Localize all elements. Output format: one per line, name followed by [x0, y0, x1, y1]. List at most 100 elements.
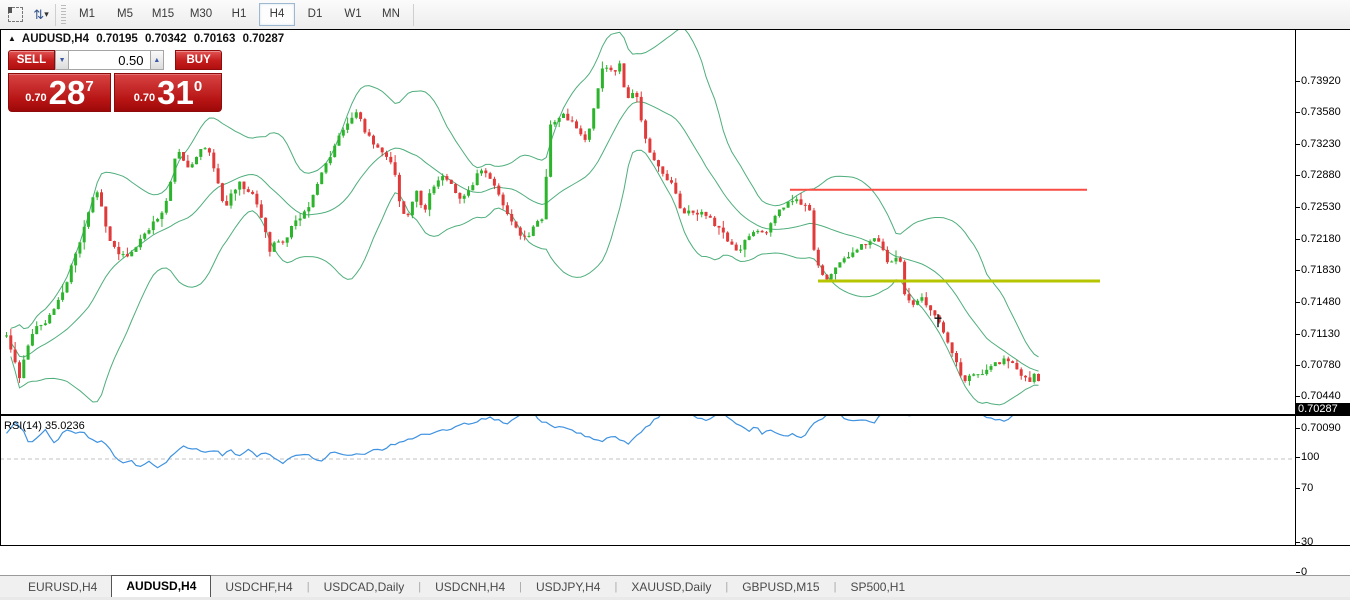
candle-body [234, 190, 237, 194]
candle-body [540, 219, 543, 221]
candle-body [532, 227, 535, 236]
candle-body [281, 242, 284, 243]
timeframe-button-w1[interactable]: W1 [335, 3, 371, 26]
candle-body [1028, 377, 1031, 382]
chart-tab-usdcad-daily[interactable]: USDCAD,Daily [310, 577, 419, 597]
collapse-panel-icon[interactable]: ▲ [8, 34, 16, 43]
timeframe-button-d1[interactable]: D1 [297, 3, 333, 26]
volume-increase-button[interactable]: ▲ [150, 50, 165, 70]
candle-body [920, 297, 923, 301]
candle-body [692, 211, 695, 213]
toolbar-grip[interactable] [61, 5, 66, 25]
candle-body [44, 323, 47, 325]
candle-body [951, 342, 954, 353]
candle-body [847, 257, 850, 259]
candle-body [830, 274, 833, 279]
candle-body [877, 238, 880, 241]
candle-body [428, 193, 431, 210]
buy-button[interactable]: BUY [175, 50, 222, 70]
price-tick-label: 0.71830 [1301, 264, 1349, 276]
candle-body [696, 213, 699, 215]
timeframe-button-h4[interactable]: H4 [259, 3, 295, 26]
candle-body [959, 362, 962, 375]
candle-body [998, 362, 1001, 364]
candle-body [856, 250, 859, 253]
sell-price-sup: 7 [85, 78, 93, 95]
candle-body [705, 212, 708, 216]
candle-body [1011, 361, 1014, 363]
price-tick-mark [1296, 270, 1300, 271]
price-tick-mark [1296, 302, 1300, 303]
candle-body [458, 193, 461, 199]
candle-body [290, 226, 293, 237]
candle-body [385, 152, 388, 157]
candle-body [813, 210, 816, 249]
timeframe-button-m30[interactable]: M30 [183, 3, 219, 26]
candle-body [35, 326, 38, 334]
candle-body [450, 180, 453, 184]
rsi-divider[interactable] [0, 414, 1350, 416]
candle-body [942, 322, 945, 332]
candle-body [700, 212, 703, 215]
timeframe-button-mn[interactable]: MN [373, 3, 409, 26]
chart-top-border [0, 29, 1350, 30]
chart-tab-xauusd-daily[interactable]: XAUUSD,Daily [617, 577, 725, 597]
candle-body [230, 194, 233, 206]
timeframe-button-m1[interactable]: M1 [69, 3, 105, 26]
chart-tab-usdjpy-h4[interactable]: USDJPY,H4 [522, 577, 614, 597]
candle-body [726, 233, 729, 242]
candle-body [70, 265, 73, 282]
candle-body [528, 236, 531, 237]
rsi-tick-label: 70 [1301, 482, 1349, 494]
buy-price-panel[interactable]: 0.70 31 0 [114, 73, 222, 112]
chart-tab-sp500-h1[interactable]: SP500,H1 [836, 577, 919, 597]
price-tick-label: 0.73580 [1301, 106, 1349, 118]
volume-decrease-button[interactable]: ▼ [55, 50, 70, 70]
candle-body [484, 171, 487, 174]
chart-tab-audusd-h4[interactable]: AUDUSD,H4 [111, 575, 211, 597]
rsi-tick-mark [1296, 457, 1300, 458]
timeframe-button-m15[interactable]: M15 [145, 3, 181, 26]
candle-body [990, 366, 993, 370]
timeframe-button-h1[interactable]: H1 [221, 3, 257, 26]
chart-tab-usdchf-h4[interactable]: USDCHF,H4 [211, 577, 306, 597]
rsi-chart-canvas[interactable] [0, 416, 1295, 545]
price-tick-mark [1296, 175, 1300, 176]
candle-body [109, 227, 112, 242]
candle-body [644, 121, 647, 139]
candle-body [320, 173, 323, 185]
rsi-tick-mark [1296, 542, 1300, 543]
arrange-windows-icon[interactable]: ⇅ ▾ [30, 4, 52, 26]
chart-tab-eurusd-h4[interactable]: EURUSD,H4 [14, 577, 111, 597]
candle-body [294, 220, 297, 226]
candle-body [368, 132, 371, 135]
sort-arrows-icon: ⇅ [33, 7, 43, 23]
chart-tab-gbpusd-m15[interactable]: GBPUSD,M15 [728, 577, 833, 597]
candle-body [562, 114, 565, 118]
candle-body [903, 262, 906, 295]
chart-shift-icon[interactable] [4, 4, 26, 26]
sell-price-panel[interactable]: 0.70 28 7 [8, 73, 111, 112]
candle-body [825, 275, 828, 279]
sell-button[interactable]: SELL [8, 50, 55, 70]
candle-body [148, 230, 151, 234]
candle-body [476, 173, 479, 185]
price-scale-border [1295, 29, 1296, 546]
candle-body [787, 202, 790, 208]
candle-body [415, 191, 418, 202]
candle-body [864, 244, 867, 245]
chart-tab-usdcnh-h4[interactable]: USDCNH,H4 [421, 577, 519, 597]
timeframe-button-m5[interactable]: M5 [107, 3, 143, 26]
volume-input[interactable]: 0.50 [69, 50, 149, 70]
candle-body [549, 125, 552, 177]
candle-body [739, 250, 742, 251]
candle-body [679, 194, 682, 209]
candle-body [307, 207, 310, 211]
candle-body [186, 161, 189, 168]
candle-body [389, 157, 392, 162]
candle-body [156, 219, 159, 222]
candle-body [981, 374, 984, 375]
price-tick-mark [1296, 207, 1300, 208]
symbol-tab-bar: EURUSD,H4AUDUSD,H4USDCHF,H4|USDCAD,Daily… [0, 575, 1350, 597]
candle-body [730, 242, 733, 245]
